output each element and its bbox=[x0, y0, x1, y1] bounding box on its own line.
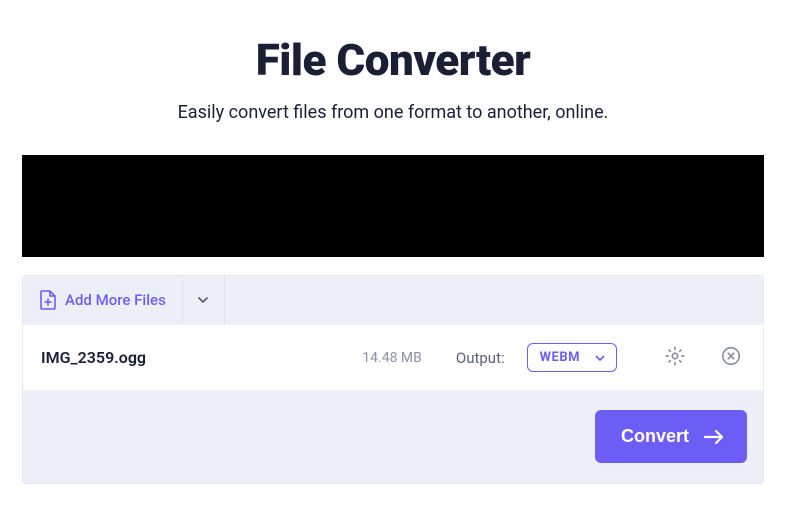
file-row: IMG_2359.ogg 14.48 MB Output: WEBM bbox=[23, 324, 763, 390]
panel-footer: Convert bbox=[23, 390, 763, 483]
settings-button[interactable] bbox=[661, 344, 689, 372]
converter-panel: Add More Files IMG_2359.ogg 14.48 MB Out… bbox=[22, 275, 764, 484]
page-subtitle: Easily convert files from one format to … bbox=[0, 102, 786, 123]
file-size: 14.48 MB bbox=[362, 350, 422, 366]
page-title: File Converter bbox=[0, 34, 786, 86]
output-label: Output: bbox=[456, 349, 505, 367]
add-more-dropdown-button[interactable] bbox=[183, 276, 225, 324]
output-format-value: WEBM bbox=[540, 350, 580, 365]
file-add-icon bbox=[39, 290, 57, 310]
gear-icon bbox=[664, 345, 686, 371]
ad-banner bbox=[22, 155, 764, 257]
panel-header: Add More Files bbox=[23, 276, 763, 324]
chevron-down-icon bbox=[594, 352, 606, 364]
add-more-files-label: Add More Files bbox=[65, 291, 166, 309]
add-more-files-button[interactable]: Add More Files bbox=[23, 276, 183, 324]
arrow-right-icon bbox=[703, 428, 725, 446]
convert-button-label: Convert bbox=[621, 426, 689, 447]
file-name: IMG_2359.ogg bbox=[41, 348, 346, 367]
convert-button[interactable]: Convert bbox=[595, 410, 747, 463]
remove-file-button[interactable] bbox=[717, 344, 745, 372]
output-format-select[interactable]: WEBM bbox=[527, 343, 617, 372]
close-circle-icon bbox=[720, 345, 742, 371]
chevron-down-icon bbox=[196, 293, 210, 307]
